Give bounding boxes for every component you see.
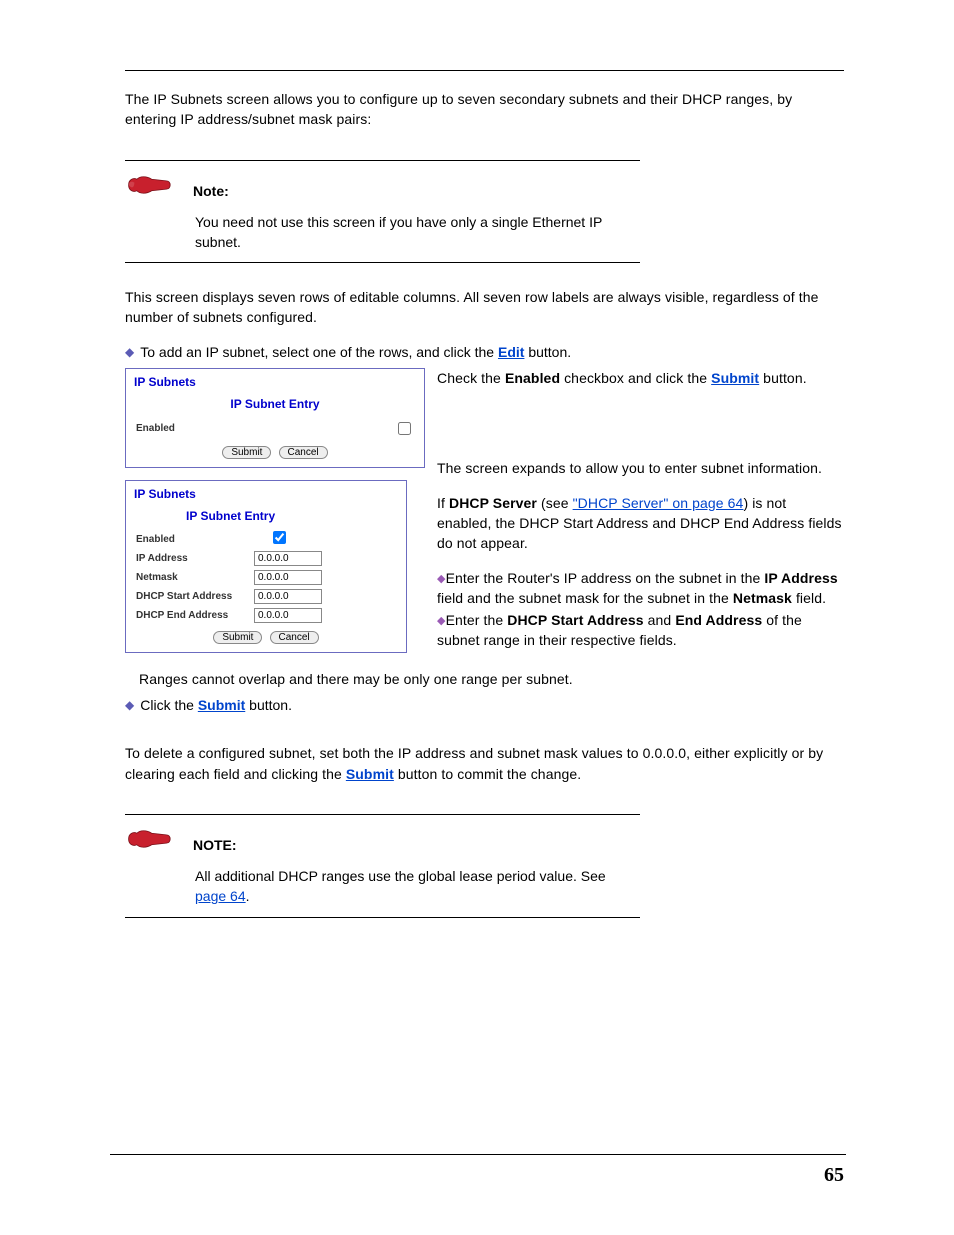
note-body: All additional DHCP ranges use the globa… xyxy=(125,856,640,911)
right-text-2a: The screen expands to allow you to enter… xyxy=(437,458,844,478)
page-number: 65 xyxy=(824,1164,844,1187)
right-text-1: Check the Enabled checkbox and click the… xyxy=(437,368,844,388)
submit-link[interactable]: Submit xyxy=(711,370,759,386)
submit-link[interactable]: Submit xyxy=(346,766,394,782)
bullet-text-post: button. xyxy=(524,344,571,360)
bullet-add-subnet: ◆ To add an IP subnet, select one of the… xyxy=(125,342,844,362)
ip-address-label: IP Address xyxy=(136,553,246,564)
dhcp-end-field[interactable] xyxy=(254,608,322,623)
note-box-1: Note: You need not use this screen if yo… xyxy=(125,160,640,264)
right-text-2c: ◆Enter the Router's IP address on the su… xyxy=(437,568,844,609)
note-box-2: NOTE: All additional DHCP ranges use the… xyxy=(125,814,640,918)
submit-button[interactable]: Submit xyxy=(222,446,271,459)
dhcp-server-link[interactable]: "DHCP Server" on page 64 xyxy=(573,495,744,511)
ip-subnets-panel-collapsed: IP Subnets IP Subnet Entry Enabled Submi… xyxy=(125,368,425,468)
pointing-hand-icon xyxy=(125,171,175,202)
note-label: Note: xyxy=(193,171,229,199)
diamond-icon: ◆ xyxy=(437,615,446,627)
dhcp-start-field[interactable] xyxy=(254,589,322,604)
netmask-label: Netmask xyxy=(136,572,246,583)
dhcp-start-label: DHCP Start Address xyxy=(136,591,246,602)
submit-button[interactable]: Submit xyxy=(213,631,262,644)
intro-paragraph: The IP Subnets screen allows you to conf… xyxy=(125,89,844,130)
submit-link[interactable]: Submit xyxy=(198,697,245,713)
right-text-2b: If DHCP Server (see "DHCP Server" on pag… xyxy=(437,493,844,554)
panel-subtitle: IP Subnet Entry xyxy=(126,393,424,417)
diamond-icon: ◆ xyxy=(125,695,134,715)
paragraph-rows: This screen displays seven rows of edita… xyxy=(125,287,844,328)
enabled-label: Enabled xyxy=(136,534,246,545)
note-label: NOTE: xyxy=(193,825,237,853)
right-text-2d: ◆Enter the DHCP Start Address and End Ad… xyxy=(437,610,844,651)
enabled-label: Enabled xyxy=(136,423,246,434)
paragraph-delete: To delete a configured subnet, set both … xyxy=(125,743,844,784)
cancel-button[interactable]: Cancel xyxy=(270,631,319,644)
netmask-field[interactable] xyxy=(254,570,322,585)
pointing-hand-icon xyxy=(125,825,175,856)
edit-link[interactable]: Edit xyxy=(498,344,524,360)
panel-title: IP Subnets xyxy=(126,369,424,393)
panel-subtitle: IP Subnet Entry xyxy=(126,505,406,529)
dhcp-end-label: DHCP End Address xyxy=(136,610,246,621)
diamond-icon: ◆ xyxy=(125,342,134,362)
enabled-checkbox[interactable] xyxy=(398,422,411,435)
diamond-icon: ◆ xyxy=(437,573,446,585)
ip-subnets-panel-expanded: IP Subnets IP Subnet Entry Enabled IP Ad… xyxy=(125,480,407,653)
enabled-checkbox[interactable] xyxy=(273,531,286,544)
bullet-text: To add an IP subnet, select one of the r… xyxy=(140,344,498,360)
bullet-submit: ◆ Click the Submit button. xyxy=(125,695,844,715)
note-body: You need not use this screen if you have… xyxy=(125,202,640,257)
panel-title: IP Subnets xyxy=(126,481,406,505)
ip-address-field[interactable] xyxy=(254,551,322,566)
cancel-button[interactable]: Cancel xyxy=(279,446,328,459)
paragraph-ranges: Ranges cannot overlap and there may be o… xyxy=(139,669,844,689)
page-link[interactable]: page 64 xyxy=(195,888,246,904)
